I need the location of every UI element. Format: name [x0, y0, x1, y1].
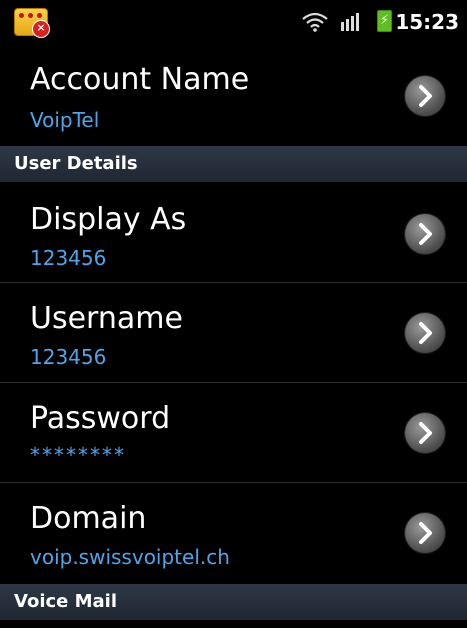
- password-row[interactable]: Password ********: [0, 383, 467, 483]
- password-label: Password: [30, 401, 171, 436]
- domain-label: Domain: [30, 501, 147, 536]
- account-name-label: Account Name: [30, 62, 250, 97]
- app-notification-icon[interactable]: ×: [14, 8, 50, 38]
- section-title: User Details: [14, 153, 138, 174]
- domain-row[interactable]: Domain voip.swissvoiptel.ch: [0, 483, 467, 584]
- section-title: Voice Mail: [14, 591, 118, 612]
- chevron-right-icon: [405, 413, 445, 453]
- username-value: 123456: [30, 345, 107, 369]
- status-time: 15:23: [395, 10, 459, 34]
- section-header-voice-mail: Voice Mail: [0, 584, 467, 620]
- battery-charging-icon: ⚡: [377, 10, 392, 32]
- display-as-label: Display As: [30, 202, 187, 237]
- chevron-right-icon: [405, 76, 445, 116]
- status-bar: × ⚡ 15:23: [0, 0, 467, 40]
- domain-value: voip.swissvoiptel.ch: [30, 545, 230, 569]
- chevron-right-icon: [405, 214, 445, 254]
- chevron-right-icon: [405, 313, 445, 353]
- signal-icon: [341, 13, 359, 31]
- password-value: ********: [30, 443, 126, 467]
- wifi-icon: [302, 12, 328, 32]
- username-label: Username: [30, 301, 183, 336]
- section-header-user-details: User Details: [0, 146, 467, 182]
- display-as-value: 123456: [30, 246, 107, 270]
- account-name-value: VoipTel: [30, 108, 100, 132]
- account-name-row[interactable]: Account Name VoipTel: [0, 40, 467, 146]
- chevron-right-icon: [405, 513, 445, 553]
- display-as-row[interactable]: Display As 123456: [0, 182, 467, 283]
- username-row[interactable]: Username 123456: [0, 283, 467, 383]
